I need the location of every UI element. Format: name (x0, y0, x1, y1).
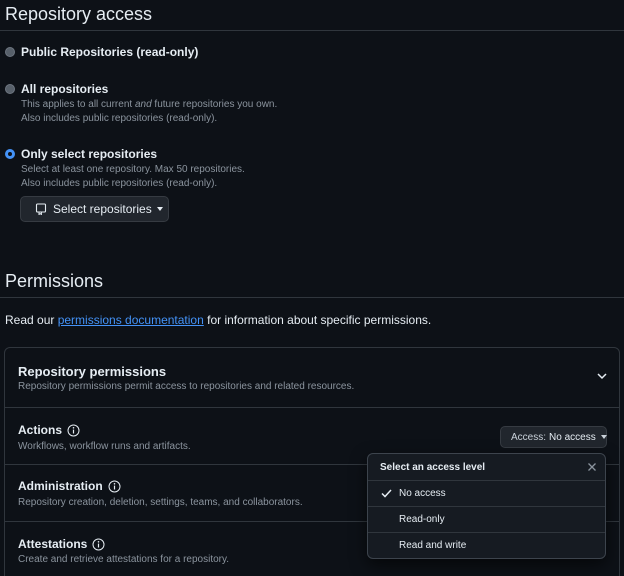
radio-description: Also includes public repositories (read-… (21, 178, 218, 189)
permission-name: Administration (18, 479, 121, 493)
section-divider (0, 297, 624, 298)
repository-permissions-title: Repository permissions (18, 364, 167, 379)
info-icon[interactable] (92, 538, 105, 551)
dropdown-item-read-and-write[interactable]: Read and write (368, 533, 605, 559)
dropdown-item-label: Read and write (399, 540, 467, 551)
section-title-repository-access: Repository access (5, 4, 153, 24)
select-repositories-label: Select repositories (53, 202, 152, 216)
radio-label: Only select repositories (21, 147, 158, 161)
dropdown-item-label: Read-only (399, 514, 445, 525)
permissions-intro: Read our permissions documentation for i… (5, 313, 432, 327)
info-icon[interactable] (67, 424, 80, 437)
info-icon[interactable] (108, 480, 121, 493)
radio-button[interactable] (5, 47, 15, 57)
radio-description: Also includes public repositories (read-… (21, 113, 218, 124)
section-title-permissions: Permissions (5, 271, 104, 291)
radio-button[interactable] (5, 149, 15, 159)
dropdown-title: Select an access level (380, 462, 486, 473)
permissions-documentation-link[interactable]: permissions documentation (58, 313, 204, 327)
radio-label: Public Repositories (read-only) (21, 45, 199, 59)
section-divider (0, 30, 624, 31)
access-level-value: No access (549, 431, 596, 443)
caret-down-icon (600, 435, 607, 439)
repository-permissions-description: Repository permissions permit access to … (18, 381, 355, 392)
permission-description: Create and retrieve attestations for a r… (18, 554, 230, 565)
permission-name: Attestations (18, 537, 105, 551)
dropdown-header: Select an access level (368, 454, 605, 481)
radio-description: Select at least one repository. Max 50 r… (21, 164, 245, 175)
access-level-dropdown: Select an access level No access Read-on… (367, 453, 606, 559)
access-level-prefix: Access: (511, 431, 547, 443)
dropdown-item-no-access[interactable]: No access (368, 481, 605, 507)
permission-name: Actions (18, 423, 80, 437)
repo-icon (35, 203, 47, 215)
radio-label: All repositories (21, 82, 109, 96)
permission-description: Repository creation, deletion, settings,… (18, 497, 303, 508)
dropdown-item-label: No access (399, 488, 446, 499)
close-icon[interactable] (587, 462, 597, 472)
radio-button[interactable] (5, 84, 15, 94)
chevron-down-icon[interactable] (597, 372, 607, 380)
dropdown-item-read-only[interactable]: Read-only (368, 507, 605, 533)
check-icon (381, 489, 392, 498)
permission-description: Workflows, workflow runs and artifacts. (18, 441, 191, 452)
radio-description: This applies to all current and future r… (21, 99, 278, 110)
select-repositories-button[interactable]: Select repositories (20, 196, 169, 222)
access-level-button[interactable]: Access: No access (500, 426, 607, 448)
caret-down-icon (156, 207, 163, 211)
